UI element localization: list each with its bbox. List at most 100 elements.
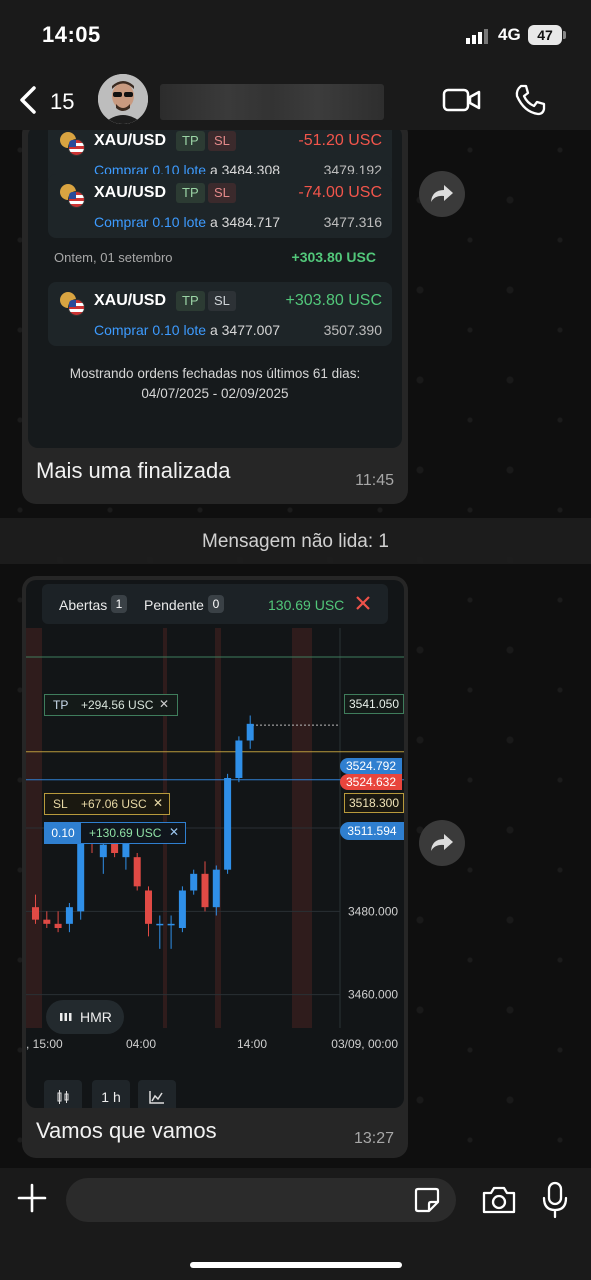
candle-body <box>65 907 73 924</box>
pending-count-badge: 0 <box>208 595 224 613</box>
tp-line-label[interactable]: TP +294.56 USC ✕ <box>44 694 178 716</box>
indicators-icon <box>149 1091 164 1104</box>
order-symbol: XAU/USD <box>94 132 167 149</box>
close-icon[interactable] <box>354 594 372 612</box>
avatar[interactable] <box>98 74 148 124</box>
position-close-icon[interactable]: ✕ <box>169 825 179 839</box>
x-tick-label: , 15:00 <box>26 1037 63 1051</box>
chat-area[interactable]: XAU/USD TP SL -51.20 USC Comprar 0.10 lo… <box>0 130 591 1168</box>
order-close-price: 3507.390 <box>323 322 382 338</box>
sl-tag: SL <box>208 291 236 311</box>
candle-body <box>224 778 232 870</box>
candle-body <box>32 907 39 920</box>
us-flag-icon <box>68 191 85 208</box>
sl-line-label[interactable]: SL +67.06 USC ✕ <box>44 793 170 815</box>
sl-tag: SL <box>208 183 236 203</box>
y-tick-label: 3480.000 <box>348 904 398 918</box>
bars-icon <box>60 1013 72 1021</box>
chart-type-button[interactable] <box>44 1080 82 1108</box>
forward-icon <box>431 185 453 202</box>
message-caption: Vamos que vamos <box>36 1118 217 1143</box>
candle-body <box>156 923 164 926</box>
forward-button[interactable] <box>419 820 465 866</box>
order-detail: Comprar 0.10 lote a 3484.717 <box>94 214 281 230</box>
back-chevron-icon[interactable] <box>14 82 54 118</box>
us-flag-icon <box>68 139 85 156</box>
message-input[interactable] <box>66 1178 456 1222</box>
x-tick-label: 04:00 <box>126 1037 156 1051</box>
order-pnl: -51.20 USC <box>298 132 382 149</box>
camera-icon[interactable] <box>480 1184 518 1216</box>
candle-body <box>77 836 85 912</box>
candle-body <box>43 919 51 924</box>
tab-open[interactable]: Abertas <box>59 597 107 613</box>
group-total: +303.80 USC <box>291 249 376 265</box>
tp-tag: TP <box>176 183 205 203</box>
hmr-button[interactable]: HMR <box>46 1000 124 1034</box>
indicators-button[interactable] <box>138 1080 176 1108</box>
sl-tag: SL <box>53 797 68 811</box>
sl-value: +67.06 USC <box>81 797 147 811</box>
sticker-icon[interactable] <box>412 1185 442 1215</box>
x-tick-label: 03/09, 00:00 <box>331 1037 398 1051</box>
history-range: 04/07/2025 - 02/09/2025 <box>141 386 289 401</box>
us-flag-icon <box>68 299 85 316</box>
candle-body <box>212 869 220 908</box>
hmr-label: HMR <box>80 1009 112 1025</box>
plus-icon[interactable] <box>14 1180 50 1216</box>
message-bubble[interactable]: Abertas 1 Pendente 0 130.69 USC 3500.000… <box>22 576 408 1158</box>
position-value: +130.69 USC <box>89 826 162 840</box>
unread-count[interactable]: 15 <box>50 89 74 115</box>
sl-tag: SL <box>208 131 236 151</box>
trading-chart-screenshot[interactable]: Abertas 1 Pendente 0 130.69 USC 3500.000… <box>26 580 404 1108</box>
signal-icon <box>466 29 488 44</box>
candle-body <box>167 923 175 926</box>
contact-name-redacted[interactable] <box>160 84 384 120</box>
position-price-tag: 3511.594 <box>340 822 404 840</box>
bid-price-tag: 3524.632 <box>340 774 402 790</box>
microphone-icon[interactable] <box>540 1180 570 1220</box>
video-call-icon[interactable] <box>442 84 482 116</box>
history-note: Mostrando ordens fechadas nos últimos 61… <box>69 366 361 381</box>
forward-button[interactable] <box>419 171 465 217</box>
timeframe-button[interactable]: 1 h <box>92 1080 130 1108</box>
order-close-price: 3477.316 <box>323 214 382 230</box>
open-pnl: 130.69 USC <box>268 597 345 613</box>
tp-remove-icon[interactable]: ✕ <box>159 697 169 711</box>
order-pnl: +303.80 USC <box>285 292 382 309</box>
ask-price-tag: 3524.792 <box>340 758 402 774</box>
network-type: 4G <box>498 25 521 44</box>
position-line-label[interactable]: 0.10 +130.69 USC ✕ <box>44 822 186 844</box>
tab-pending[interactable]: Pendente <box>144 597 204 613</box>
tp-value: +294.56 USC <box>81 698 154 712</box>
candle-body <box>145 890 152 924</box>
position-lots: 0.10 <box>45 823 81 843</box>
tp-tag: TP <box>53 698 69 712</box>
message-time: 11:45 <box>355 472 394 489</box>
sl-remove-icon[interactable]: ✕ <box>153 796 163 810</box>
unread-divider-label: Mensagem não lida: 1 <box>202 531 389 552</box>
tp-price-tag: 3541.050 <box>344 694 404 714</box>
message-caption: Mais uma finalizada <box>36 458 231 483</box>
sl-price-tag: 3518.300 <box>344 793 404 813</box>
battery-cap <box>563 31 566 39</box>
candle-body <box>178 890 186 928</box>
candle-body <box>190 873 198 891</box>
order-card[interactable]: XAU/USD TP SL -74.00 USC Comprar 0.10 lo… <box>48 174 392 238</box>
tp-tag: TP <box>176 131 205 151</box>
order-symbol: XAU/USD <box>94 184 167 201</box>
candle-body <box>235 740 243 778</box>
order-pnl: -74.00 USC <box>298 184 382 201</box>
order-card[interactable]: XAU/USD TP SL +303.80 USC Comprar 0.10 l… <box>48 282 392 346</box>
candle-body <box>99 844 107 858</box>
message-time: 13:27 <box>353 1130 394 1147</box>
x-tick-label: 14:00 <box>237 1037 267 1051</box>
candle-body <box>246 723 254 741</box>
message-bubble[interactable]: XAU/USD TP SL -51.20 USC Comprar 0.10 lo… <box>22 130 408 504</box>
closed-orders-screenshot[interactable]: XAU/USD TP SL -51.20 USC Comprar 0.10 lo… <box>28 130 402 448</box>
candle-body <box>54 923 62 928</box>
order-detail: Comprar 0.10 lote a 3477.007 <box>94 322 281 338</box>
phone-call-icon[interactable] <box>512 82 548 118</box>
order-symbol: XAU/USD <box>94 292 167 309</box>
candle-body <box>133 857 141 887</box>
